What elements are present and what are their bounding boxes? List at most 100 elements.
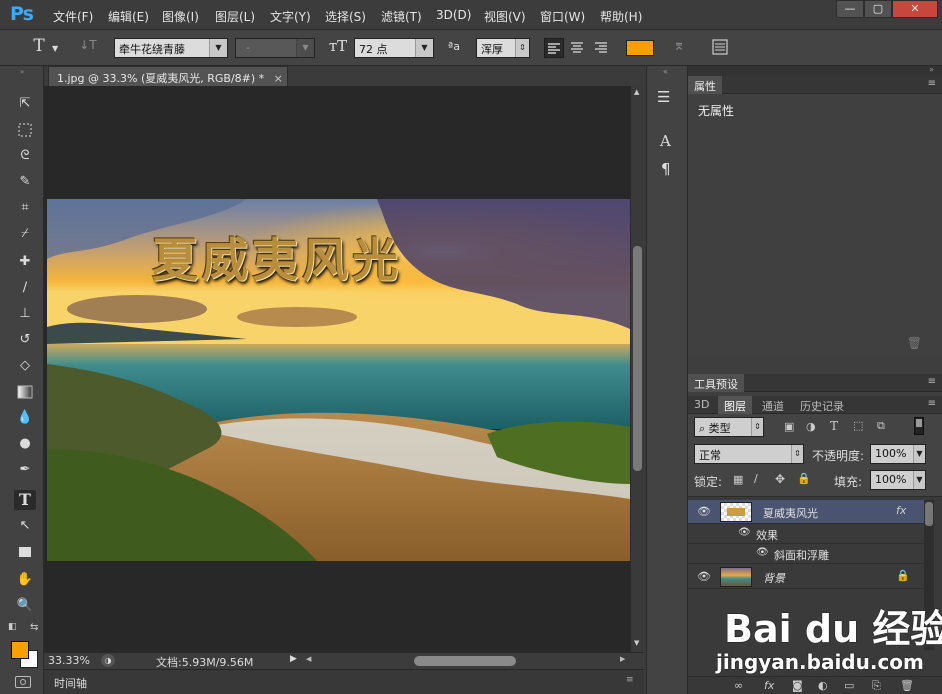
delete-layer-icon[interactable]: 🗑 xyxy=(900,679,914,692)
adjustment-layer-icon[interactable]: ◐ xyxy=(818,679,828,692)
zoom-level[interactable]: 33.33% xyxy=(48,654,90,667)
crop-tool-icon[interactable]: ⌗ xyxy=(14,198,36,218)
menu-3d[interactable]: 3D(D) xyxy=(436,8,471,22)
tab-layers[interactable]: 图层 xyxy=(718,396,752,414)
menu-window[interactable]: 窗口(W) xyxy=(540,8,585,25)
horizontal-scroll-thumb[interactable] xyxy=(414,656,516,666)
clone-stamp-tool-icon[interactable]: ⊥ xyxy=(14,304,36,324)
menu-filter[interactable]: 滤镜(T) xyxy=(381,8,422,25)
filter-smart-object-icon[interactable]: ⧉ xyxy=(877,419,885,433)
font-style-select[interactable]: - ▼ xyxy=(235,38,315,58)
hand-tool-icon[interactable]: ✋ xyxy=(14,570,36,590)
move-tool-icon[interactable]: ⇱ xyxy=(14,94,36,114)
gradient-tool-icon[interactable] xyxy=(14,382,36,402)
text-color-swatch[interactable] xyxy=(626,40,654,56)
filter-pixel-icon[interactable]: ▣ xyxy=(784,420,794,433)
visibility-eye-icon[interactable]: 👁 xyxy=(697,570,711,583)
layer-name[interactable]: 背景 xyxy=(763,570,785,586)
layer-fx-icon[interactable]: fx xyxy=(896,504,906,517)
menu-file[interactable]: 文件(F) xyxy=(53,8,93,25)
healing-brush-tool-icon[interactable]: ✚ xyxy=(14,252,36,272)
text-orientation-icon[interactable]: ↓T xyxy=(76,38,100,58)
tab-properties[interactable]: 属性 xyxy=(688,76,722,94)
quick-mask-icon[interactable] xyxy=(15,676,31,688)
menu-layer[interactable]: 图层(L) xyxy=(215,8,255,25)
history-brush-tool-icon[interactable]: ↺ xyxy=(14,330,36,350)
layer-row[interactable]: 👁 背景 🔒 xyxy=(688,565,924,589)
maximize-button[interactable]: ▢ xyxy=(864,0,892,18)
panel-menu-icon[interactable]: ≡ xyxy=(928,398,936,409)
menu-view[interactable]: 视图(V) xyxy=(484,8,526,25)
fill-input[interactable]: 100% ▼ xyxy=(870,470,926,490)
effect-row[interactable]: 👁 斜面和浮雕 xyxy=(688,544,924,564)
add-mask-icon[interactable]: ◙ xyxy=(792,679,803,692)
warp-text-icon[interactable]: ⌆ xyxy=(668,38,690,58)
panel-menu-icon[interactable]: ≡ xyxy=(626,675,634,685)
font-family-select[interactable]: 牵牛花绕青藤 ▼ xyxy=(114,38,228,58)
lasso-tool-icon[interactable]: ᘓ xyxy=(14,146,36,166)
opacity-input[interactable]: 100% ▼ xyxy=(870,444,926,464)
tab-channels[interactable]: 通道 xyxy=(756,396,790,414)
tool-presets-panel-icon[interactable]: ☰ xyxy=(657,88,670,106)
canvas-vertical-scrollbar[interactable]: ▲ ▼ xyxy=(630,86,644,652)
foreground-color-swatch[interactable] xyxy=(11,641,29,659)
tab-3d[interactable]: 3D xyxy=(688,396,715,414)
close-tab-icon[interactable]: × xyxy=(274,72,283,85)
brush-tool-icon[interactable]: ∕ xyxy=(14,278,36,298)
default-colors-icon[interactable]: ◧ xyxy=(8,622,17,632)
status-info-icon[interactable]: ◑ xyxy=(101,654,115,667)
lock-position-icon[interactable]: ✥ xyxy=(775,472,785,486)
lock-image-icon[interactable]: ∕ xyxy=(754,472,758,485)
trash-icon[interactable]: 🗑 xyxy=(907,336,922,350)
type-tool-icon[interactable]: T xyxy=(14,490,36,510)
rectangle-tool-icon[interactable] xyxy=(14,542,36,562)
tab-tool-presets[interactable]: 工具预设 xyxy=(688,374,744,392)
menu-select[interactable]: 选择(S) xyxy=(325,8,366,25)
quick-selection-tool-icon[interactable]: ✎ xyxy=(14,172,36,192)
marquee-tool-icon[interactable] xyxy=(14,120,36,140)
scroll-left-icon[interactable]: ◀ xyxy=(306,655,311,663)
visibility-eye-icon[interactable]: 👁 xyxy=(697,505,711,518)
blur-tool-icon[interactable]: 💧 xyxy=(14,408,36,428)
character-panel-toggle-icon[interactable] xyxy=(710,38,732,58)
layer-filter-select[interactable]: ⌕ 类型 ⇕ xyxy=(694,417,764,437)
font-size-select[interactable]: 72 点 ▼ xyxy=(354,38,434,58)
menu-help[interactable]: 帮助(H) xyxy=(600,8,642,25)
paragraph-panel-icon[interactable]: ¶ xyxy=(661,160,671,178)
dodge-tool-icon[interactable]: ● xyxy=(14,434,36,454)
effects-eye-icon[interactable]: 👁 xyxy=(738,527,751,538)
scroll-right-icon[interactable]: ▶ xyxy=(620,655,625,663)
filter-toggle[interactable] xyxy=(914,417,924,435)
zoom-tool-icon[interactable]: 🔍 xyxy=(14,596,36,616)
effect-eye-icon[interactable]: 👁 xyxy=(756,547,769,558)
character-panel-icon[interactable]: A xyxy=(660,132,671,150)
effects-row[interactable]: 👁 效果 xyxy=(688,524,924,544)
minimize-button[interactable]: — xyxy=(836,0,864,18)
type-tool-preset-icon[interactable]: T xyxy=(28,36,50,56)
eyedropper-tool-icon[interactable]: ⌿ xyxy=(14,224,36,244)
lock-transparent-icon[interactable]: ▦ xyxy=(733,473,743,486)
document-tab[interactable]: 1.jpg @ 33.3% (夏威夷风光, RGB/8#) * × xyxy=(48,66,288,86)
status-menu-arrow-icon[interactable]: ▶ xyxy=(290,654,297,664)
align-left-icon[interactable] xyxy=(544,38,564,58)
scroll-up-icon[interactable]: ▲ xyxy=(634,88,639,96)
filter-type-icon[interactable]: T xyxy=(830,419,838,433)
collapse-panel-icon[interactable]: » xyxy=(929,65,934,74)
tab-history[interactable]: 历史记录 xyxy=(794,396,850,414)
blend-mode-select[interactable]: 正常 ⇕ xyxy=(694,444,804,464)
collapse-arrows-icon[interactable]: » xyxy=(8,69,36,76)
layer-row[interactable]: 👁 夏威夷风光 fx xyxy=(688,500,924,524)
new-layer-icon[interactable]: ⎘ xyxy=(872,679,881,693)
menu-image[interactable]: 图像(I) xyxy=(162,8,199,25)
vertical-scroll-thumb[interactable] xyxy=(633,246,642,471)
lock-all-icon[interactable]: 🔒 xyxy=(797,472,811,485)
align-center-icon[interactable] xyxy=(568,38,588,58)
swap-colors-icon[interactable]: ⇆ xyxy=(30,622,38,633)
chevron-down-icon[interactable]: ▼ xyxy=(52,44,58,64)
panel-menu-icon[interactable]: ≡ xyxy=(928,78,936,89)
new-group-icon[interactable]: ▭ xyxy=(844,679,854,692)
menu-edit[interactable]: 编辑(E) xyxy=(108,8,149,25)
link-layers-icon[interactable]: ∞ xyxy=(734,679,743,692)
align-right-icon[interactable] xyxy=(592,38,612,58)
pen-tool-icon[interactable]: ✒ xyxy=(14,460,36,480)
